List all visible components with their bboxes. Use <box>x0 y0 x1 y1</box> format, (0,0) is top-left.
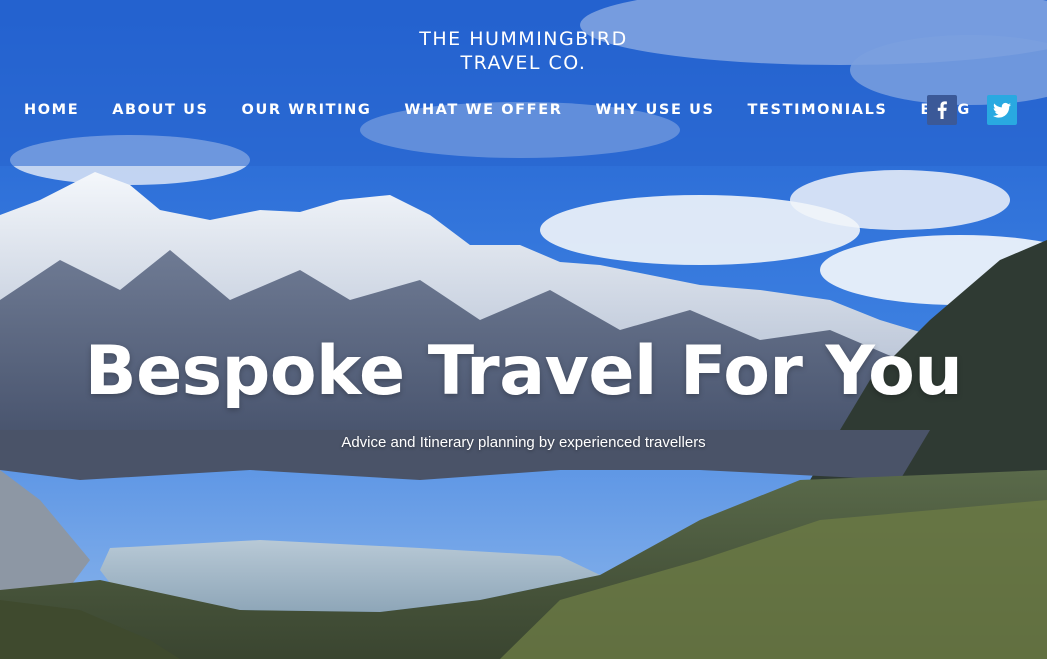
header-overlay <box>0 0 1047 166</box>
nav-item-what-we-offer[interactable]: WHAT WE OFFER <box>404 102 562 118</box>
brand-line-1: THE HUMMINGBIRD <box>419 28 628 50</box>
facebook-icon[interactable] <box>927 95 957 125</box>
nav-item-about-us[interactable]: ABOUT US <box>112 102 208 118</box>
page: THE HUMMINGBIRD TRAVEL CO. HOME ABOUT US… <box>0 0 1047 659</box>
main-navigation: HOME ABOUT US OUR WRITING WHAT WE OFFER … <box>24 98 1004 122</box>
nav-item-home[interactable]: HOME <box>24 102 79 118</box>
brand-line-2: TRAVEL CO. <box>460 52 587 74</box>
hero-title: Bespoke Travel For You <box>84 332 963 411</box>
twitter-icon[interactable] <box>987 95 1017 125</box>
nav-item-why-use-us[interactable]: WHY USE US <box>595 102 714 118</box>
hero-subtitle: Advice and Itinerary planning by experie… <box>341 434 706 451</box>
nav-item-our-writing[interactable]: OUR WRITING <box>242 102 372 118</box>
nav-item-testimonials[interactable]: TESTIMONIALS <box>748 102 888 118</box>
site-logo-text[interactable]: THE HUMMINGBIRD TRAVEL CO. <box>0 27 1047 75</box>
